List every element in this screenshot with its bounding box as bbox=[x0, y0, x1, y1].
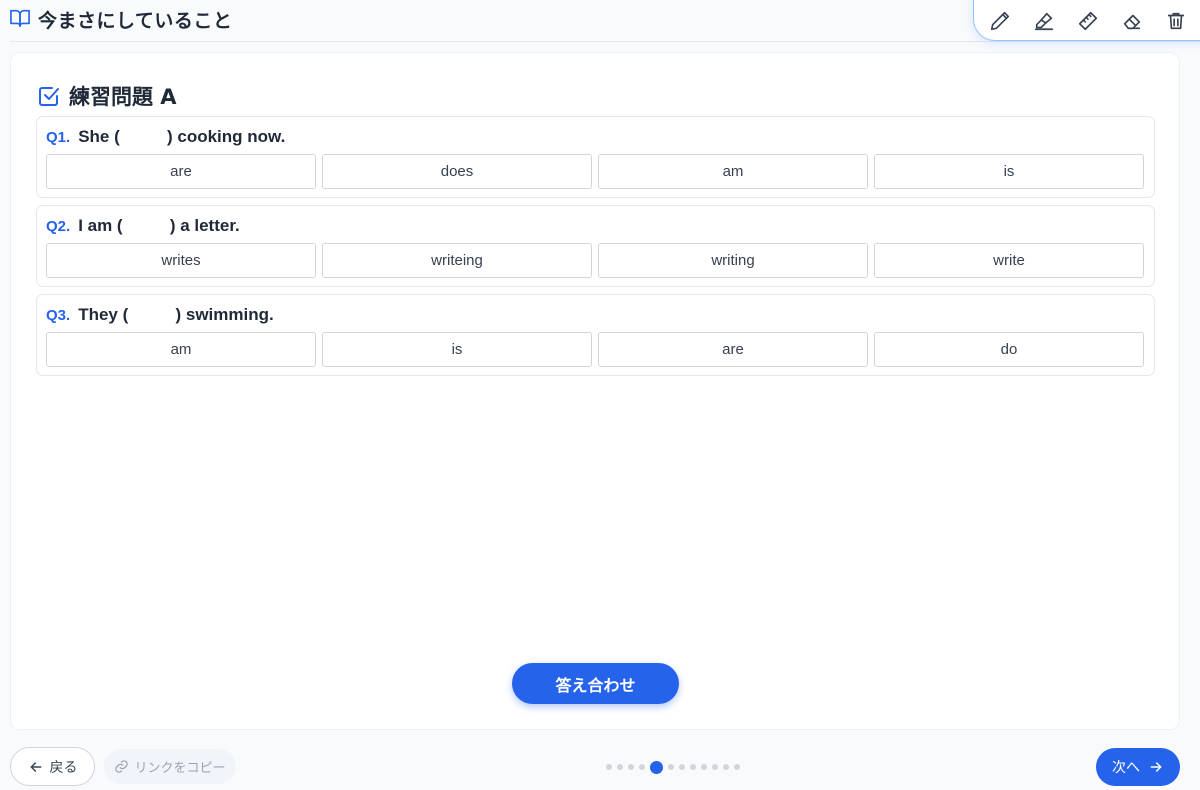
answer-option[interactable]: is bbox=[322, 332, 592, 367]
answer-option[interactable]: writeing bbox=[322, 243, 592, 278]
answer-options: writes writeing writing write bbox=[46, 243, 1144, 278]
pagination-dot[interactable] bbox=[712, 764, 718, 770]
pagination-dot[interactable] bbox=[679, 764, 685, 770]
highlighter-icon bbox=[1034, 12, 1054, 30]
pagination-dot[interactable] bbox=[734, 764, 740, 770]
next-button[interactable]: 次へ bbox=[1096, 748, 1180, 786]
trash-tool-button[interactable] bbox=[1164, 9, 1188, 33]
next-button-label: 次へ bbox=[1112, 760, 1140, 776]
pagination-dots bbox=[606, 760, 740, 774]
question-number: Q2. bbox=[46, 218, 71, 235]
question-label: Q2. I am ( ) a letter. bbox=[46, 216, 240, 236]
answer-option[interactable]: writing bbox=[598, 243, 868, 278]
copy-link-label: リンクをコピー bbox=[134, 761, 226, 776]
answer-option[interactable]: write bbox=[874, 243, 1144, 278]
back-button-label: 戻る bbox=[49, 759, 78, 776]
eraser-icon bbox=[1123, 14, 1141, 29]
question-label: Q3. They ( ) swimming. bbox=[46, 305, 274, 325]
pagination-dot[interactable] bbox=[690, 764, 696, 770]
answer-options: am is are do bbox=[46, 332, 1144, 367]
pagination-dot[interactable] bbox=[606, 764, 612, 770]
pagination-dot[interactable] bbox=[639, 764, 645, 770]
eraser-tool-button[interactable] bbox=[1120, 9, 1144, 33]
exercise-title: 練習問題 A bbox=[37, 81, 177, 111]
pagination-dot[interactable] bbox=[701, 764, 707, 770]
question-number: Q3. bbox=[46, 307, 71, 324]
answer-option[interactable]: am bbox=[46, 332, 316, 367]
question-label: Q1. She ( ) cooking now. bbox=[46, 127, 285, 147]
answer-option[interactable]: writes bbox=[46, 243, 316, 278]
pagination-dot[interactable] bbox=[723, 764, 729, 770]
back-button[interactable]: 戻る bbox=[10, 747, 95, 786]
question-text: I am ( ) a letter. bbox=[78, 216, 240, 235]
page-title: 今まさにしていること bbox=[38, 10, 233, 32]
pagination-dot-active[interactable] bbox=[650, 760, 663, 774]
pagination-dot[interactable] bbox=[617, 764, 623, 770]
answer-options: are does am is bbox=[46, 154, 1144, 189]
pencil-icon bbox=[990, 11, 1010, 30]
answer-option[interactable]: are bbox=[46, 154, 316, 189]
answer-option[interactable]: am bbox=[598, 154, 868, 189]
question-card-1: Q1. She ( ) cooking now. are does am is bbox=[36, 116, 1155, 198]
arrow-left-icon bbox=[30, 761, 41, 772]
question-text: She ( ) cooking now. bbox=[78, 127, 286, 146]
question-text: They ( ) swimming. bbox=[78, 305, 274, 324]
pencil-tool-button[interactable] bbox=[988, 9, 1012, 33]
answer-option[interactable]: do bbox=[874, 332, 1144, 367]
header-divider bbox=[10, 41, 1200, 42]
drawing-toolbar bbox=[973, 0, 1200, 41]
arrow-right-icon bbox=[1150, 762, 1162, 772]
check-answers-button[interactable]: 答え合わせ bbox=[512, 663, 679, 704]
question-number: Q1. bbox=[46, 129, 71, 146]
answer-option[interactable]: does bbox=[322, 154, 592, 189]
question-card-2: Q2. I am ( ) a letter. writes writeing w… bbox=[36, 205, 1155, 287]
ruler-tool-button[interactable] bbox=[1076, 9, 1100, 33]
checkbox-checked-icon bbox=[39, 87, 59, 106]
pagination-dot[interactable] bbox=[628, 764, 634, 770]
book-open-icon bbox=[10, 9, 30, 27]
exercise-card: 練習問題 A Q1. She ( ) cooking now. are does… bbox=[10, 52, 1180, 730]
question-card-3: Q3. They ( ) swimming. am is are do bbox=[36, 294, 1155, 376]
answer-option[interactable]: is bbox=[874, 154, 1144, 189]
copy-link-button[interactable]: リンクをコピー bbox=[104, 749, 236, 784]
trash-icon bbox=[1167, 12, 1185, 29]
link-icon bbox=[115, 760, 129, 773]
exercise-title-text: 練習問題 A bbox=[69, 85, 177, 109]
ruler-icon bbox=[1078, 11, 1098, 30]
pagination-dot[interactable] bbox=[668, 764, 674, 770]
highlighter-tool-button[interactable] bbox=[1032, 9, 1056, 33]
answer-option[interactable]: are bbox=[598, 332, 868, 367]
